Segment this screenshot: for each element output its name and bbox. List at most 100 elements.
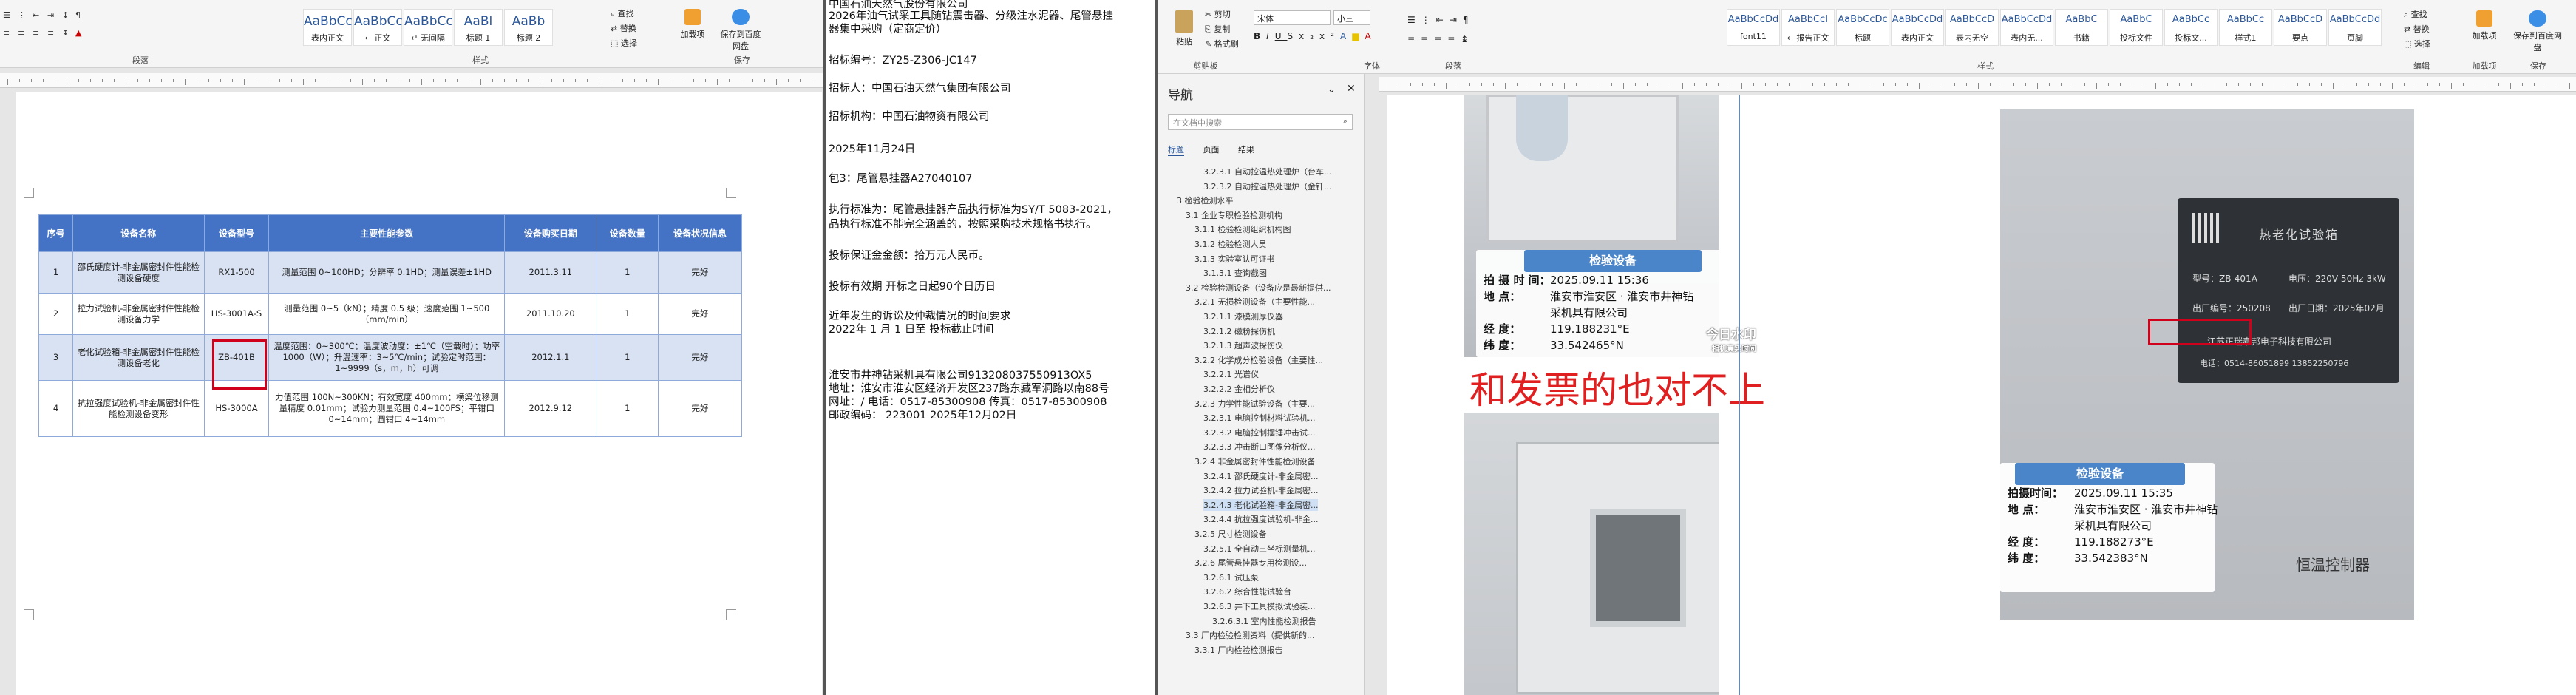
nav-item[interactable]: 3.2.1 无损检测设备（主要性能... [1194, 296, 1315, 308]
style-item[interactable]: AaBbCcDd 表内正文 [1891, 9, 1944, 46]
align-left-icon[interactable]: ≡ [1407, 34, 1421, 44]
align-right-icon[interactable]: ≡ [33, 28, 39, 38]
show-marks-icon[interactable]: ¶ [1463, 15, 1475, 25]
style-item[interactable]: AaBbC 书籍 [2055, 9, 2108, 46]
shading-icon[interactable]: ▲ [75, 28, 81, 38]
text-effects-icon[interactable]: A [1340, 31, 1352, 41]
horizontal-ruler-left[interactable] [0, 73, 823, 88]
nav-item[interactable]: 3.1.1 检验检测组织机构图 [1194, 223, 1291, 235]
line-spacing-icon[interactable]: ↨ [1461, 34, 1474, 44]
subscript-icon[interactable]: x₂ [1299, 31, 1319, 41]
nav-item[interactable]: 3.1.3 实验室认可证书 [1194, 253, 1275, 265]
save-to-baidu-left[interactable]: 保存到百度网盘 [717, 9, 764, 52]
nav-item[interactable]: 3.2.3.3 冲击断口图像分析仪... [1203, 441, 1315, 452]
align-left-icon[interactable]: ≡ [3, 28, 10, 38]
strikethrough-icon[interactable]: S [1288, 31, 1299, 41]
nav-item[interactable]: 3.3 厂内检验检测资料（提供新的... [1186, 629, 1314, 641]
nav-item[interactable]: 3.2.6.2 综合性能试验台 [1203, 586, 1291, 597]
bullets-icon[interactable]: ☰ [1407, 15, 1421, 25]
tab-results[interactable]: 结果 [1238, 145, 1254, 155]
tab-pages[interactable]: 页面 [1203, 145, 1220, 155]
nav-options-icon[interactable]: ⌄ [1328, 84, 1336, 95]
nav-item[interactable]: 3.2.3.1 电脑控制材料试验机... [1203, 412, 1315, 424]
bullets-icon[interactable]: ☰ [3, 10, 10, 20]
nav-item[interactable]: 3.2.3.1 自动控温热处理炉（台车... [1203, 166, 1331, 177]
highlight-icon[interactable]: ▆ [1352, 31, 1365, 41]
nav-item[interactable]: 3.2.3.2 自动控温热处理炉（金钎... [1203, 180, 1331, 192]
style-item[interactable]: AaBbCcDd 表内无... [2000, 9, 2053, 46]
font-size-select[interactable]: 小三 [1333, 10, 1370, 25]
nav-item[interactable]: 3.2.1.1 漆膜测厚仪器 [1203, 311, 1283, 322]
align-center-icon[interactable]: ≡ [18, 28, 24, 38]
font-color-icon[interactable]: A [1365, 31, 1376, 41]
italic-icon[interactable]: I [1266, 31, 1275, 41]
find-button[interactable]: ⌕ 查找 [2404, 7, 2430, 22]
format-painter-button[interactable]: ✎ 格式刷 [1205, 37, 1239, 52]
justify-icon[interactable]: ≡ [47, 28, 54, 38]
style-item[interactable]: AaBb 标题 2 [504, 9, 553, 46]
font-name-select[interactable]: 宋体 [1254, 10, 1331, 25]
bold-icon[interactable]: B [1254, 31, 1266, 41]
copy-button[interactable]: ⎘ 复制 [1205, 22, 1239, 37]
style-item[interactable]: AaBbCcDd ↵ 无间隔 [404, 9, 471, 46]
nav-item[interactable]: 3.3.1 厂内检验检测报告 [1194, 644, 1283, 656]
nav-item[interactable]: 3.2.6.3.1 室内性能检测报告 [1212, 615, 1316, 627]
addin-button-right[interactable]: 加载项 [2466, 10, 2503, 41]
style-item[interactable]: AaBbCcDc 标题 [1836, 9, 1889, 46]
align-right-icon[interactable]: ≡ [1434, 34, 1447, 44]
decrease-indent-icon[interactable]: ⇤ [33, 10, 39, 20]
sort-icon[interactable]: ↕ [62, 10, 69, 20]
superscript-icon[interactable]: x² [1319, 31, 1340, 41]
align-center-icon[interactable]: ≡ [1421, 34, 1434, 44]
style-item[interactable]: AaBbCcI ↵ 报告正文 [1781, 9, 1835, 46]
nav-item[interactable]: 3.2.4.3 老化试验箱-非金属密... [1203, 498, 1319, 511]
nav-item[interactable]: 3.2.4 非金属密封件性能检测设备 [1194, 455, 1316, 467]
nav-item[interactable]: 3.2.1.2 磁粉探伤机 [1203, 325, 1275, 337]
paste-button[interactable]: 粘贴 [1169, 10, 1199, 47]
select-button[interactable]: ⬚ 选择 [611, 37, 662, 52]
numbering-icon[interactable]: ⋮ [1421, 15, 1436, 25]
nav-item[interactable]: 3.2.1.3 超声波探伤仪 [1203, 339, 1283, 351]
nav-item[interactable]: 3.2.6.1 试压泵 [1203, 572, 1259, 583]
style-item[interactable]: AaBbCcDd 页脚 [2328, 9, 2382, 46]
style-item[interactable]: AaBbCc 样式1 [2219, 9, 2272, 46]
cut-button[interactable]: ✂ 剪切 [1205, 7, 1239, 22]
nav-item[interactable]: 3.1 企业专职检验检测机构 [1186, 209, 1282, 221]
style-item[interactable]: AaBbC 投标文件 [2110, 9, 2163, 46]
nav-item[interactable]: 3.2.4.4 抗拉强度试验机-非金... [1203, 513, 1318, 525]
nav-item[interactable]: 3.2.5 尺寸检测设备 [1194, 528, 1267, 540]
nav-item[interactable]: 3 检验检测水平 [1177, 194, 1234, 206]
style-item[interactable]: AaBbCcDd ↵ 正文 [353, 9, 421, 46]
nav-item[interactable]: 3.1.2 检验检测人员 [1194, 238, 1267, 250]
nav-item[interactable]: 3.1.3.1 查询截图 [1203, 267, 1267, 279]
replace-button[interactable]: ⇄ 替换 [2404, 22, 2430, 37]
nav-item[interactable]: 3.2.6 尾管悬挂器专用检测设... [1194, 557, 1307, 569]
nav-item[interactable]: 3.2.3 力学性能试验设备（主要... [1194, 398, 1315, 410]
decrease-indent-icon[interactable]: ⇤ [1436, 15, 1450, 25]
find-button[interactable]: ⌕ 查找 [611, 7, 662, 22]
search-icon[interactable]: ⌕ [1343, 116, 1348, 126]
style-item[interactable]: AaBbCcD 要点 [2274, 9, 2327, 46]
horizontal-ruler-right[interactable] [1379, 77, 2576, 92]
nav-item[interactable]: 3.2.4.1 邵氏硬度计-非金属密... [1203, 470, 1318, 482]
justify-icon[interactable]: ≡ [1447, 34, 1461, 44]
nav-item[interactable]: 3.2.4.2 拉力试验机-非金属密... [1203, 484, 1318, 496]
replace-button[interactable]: ⇄ 替换 [611, 22, 662, 37]
nav-search-input[interactable]: 在文档中搜索 ⌕ [1168, 114, 1353, 130]
nav-item[interactable]: 3.2.2.2 金相分析仪 [1203, 383, 1275, 395]
save-to-baidu-right[interactable]: 保存到百度网盘 [2512, 10, 2563, 53]
nav-item[interactable]: 3.2 检验检测设备（设备应是最新提供... [1186, 282, 1331, 294]
underline-icon[interactable]: U [1275, 31, 1288, 41]
show-marks-icon[interactable]: ¶ [75, 10, 81, 20]
style-item[interactable]: AaBl 标题 1 [454, 9, 503, 46]
increase-indent-icon[interactable]: ⇥ [1450, 15, 1463, 25]
select-button[interactable]: ⬚ 选择 [2404, 37, 2430, 52]
style-item[interactable]: AaBbCcDd font11 [1727, 9, 1780, 46]
style-item[interactable]: AaBbCc 投标文... [2164, 9, 2218, 46]
tab-headings[interactable]: 标题 [1168, 145, 1184, 156]
addin-button-left[interactable]: 加载项 [674, 9, 711, 40]
nav-item[interactable]: 3.2.5.1 全自动三坐标测量机... [1203, 543, 1315, 555]
line-spacing-icon[interactable]: ↨ [62, 28, 69, 38]
numbering-icon[interactable]: ⋮ [18, 10, 26, 20]
increase-indent-icon[interactable]: ⇥ [47, 10, 54, 20]
